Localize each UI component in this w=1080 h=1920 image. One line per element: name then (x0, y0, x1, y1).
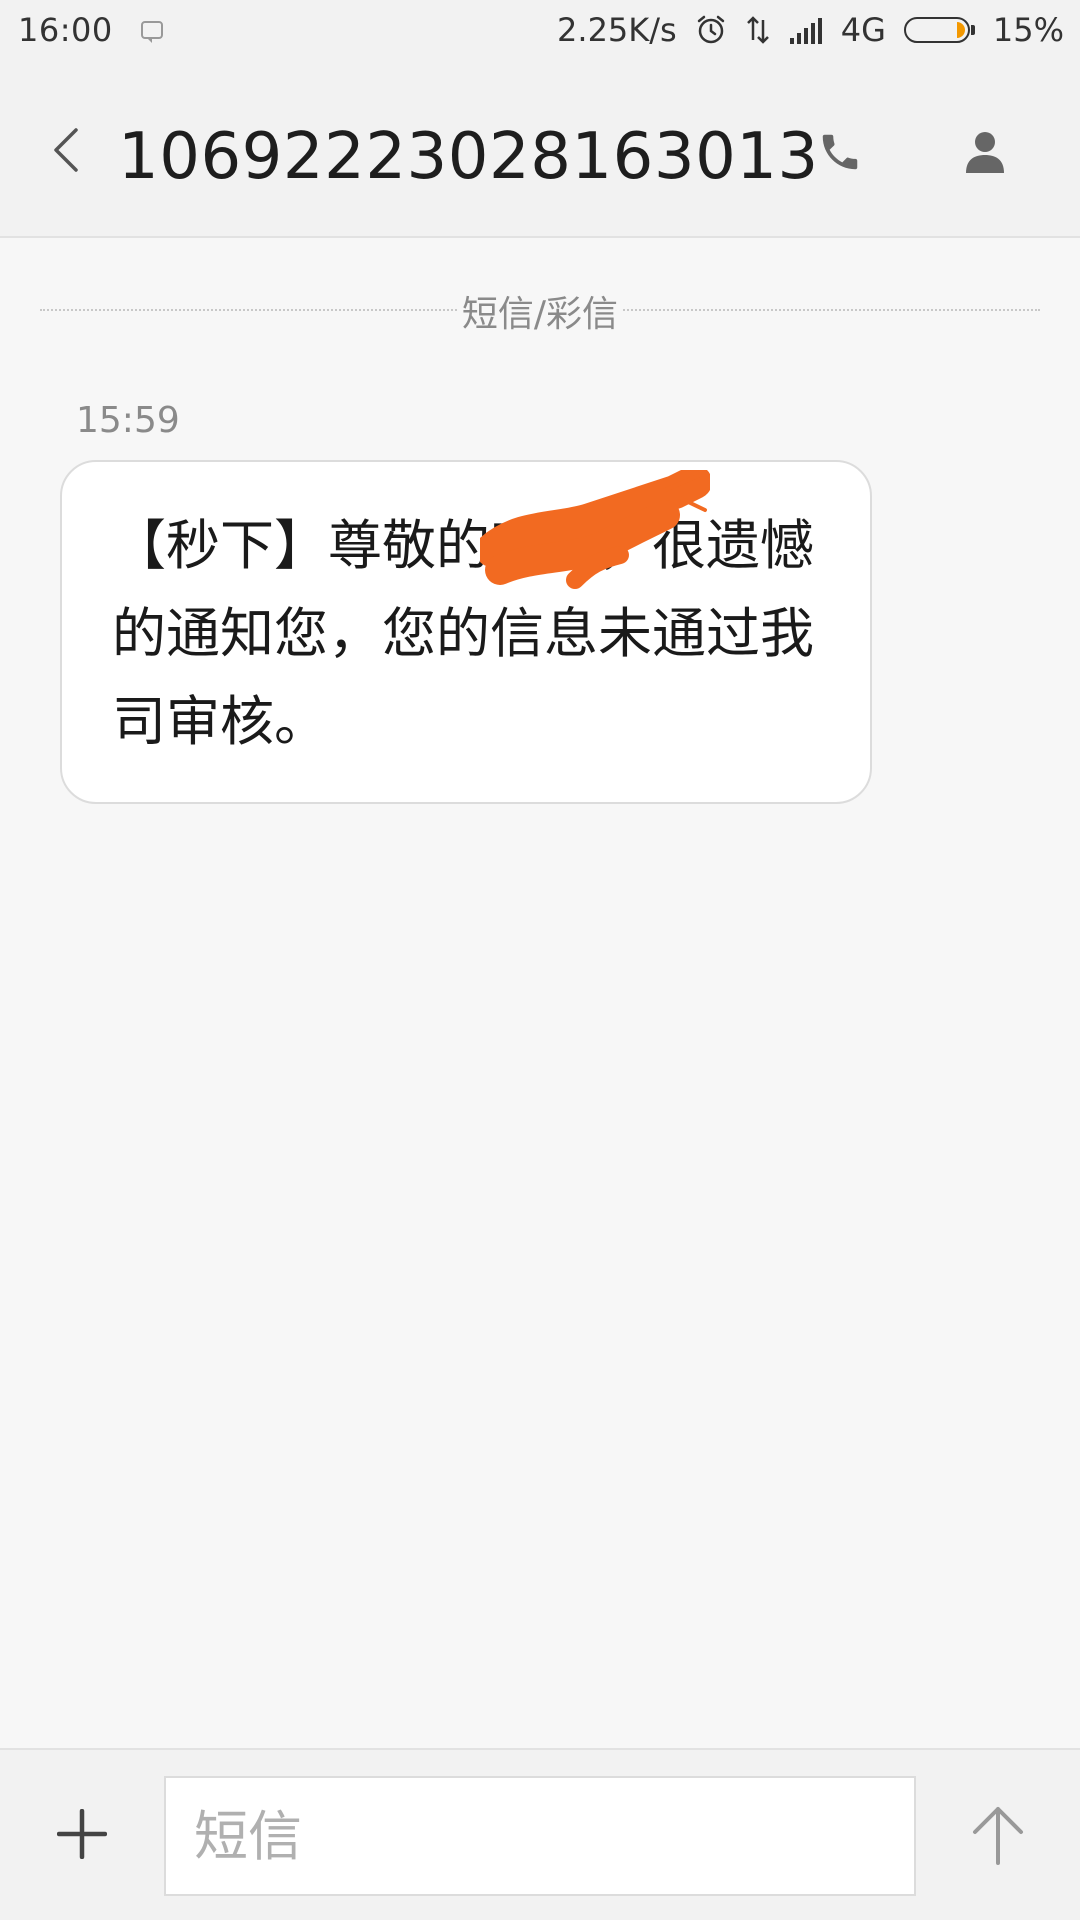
person-icon (966, 132, 1004, 173)
back-button[interactable] (40, 115, 90, 185)
battery-body (903, 17, 970, 43)
conversation-header: 10692223028163013 (0, 60, 1080, 238)
sms-notification-icon (140, 21, 163, 43)
alarm-icon (695, 14, 727, 46)
plus-icon (57, 1809, 107, 1859)
message-input[interactable] (164, 1776, 916, 1896)
composer-bar (0, 1748, 1080, 1920)
call-button[interactable] (810, 122, 870, 182)
send-button[interactable] (966, 1800, 1030, 1870)
battery-icon (903, 17, 975, 43)
send-arrow-icon (973, 1807, 1023, 1865)
network-type: 4G (840, 11, 886, 49)
battery-fill (956, 22, 965, 38)
redaction-scribble (480, 470, 710, 589)
divider-label: 短信/彩信 (457, 285, 623, 337)
status-right: 2.25K/s 4G 15% (557, 11, 1080, 49)
battery-tip (970, 25, 975, 35)
message-timestamp: 15:59 (76, 400, 180, 441)
message-text: 【秒下】尊敬的客户，很遗憾的通知您，您的信息未通过我司审核。 (112, 514, 814, 753)
signal-icon (789, 16, 823, 44)
contact-title: 10692223028163013 (118, 120, 819, 194)
network-speed: 2.25K/s (557, 11, 677, 49)
battery-percent: 15% (992, 11, 1064, 49)
back-chevron-icon (54, 128, 78, 172)
phone-icon (822, 134, 858, 170)
message-bubble[interactable]: 【秒下】尊敬的客户，很遗憾的通知您，您的信息未通过我司审核。 (60, 460, 872, 804)
data-transfer-icon (745, 14, 771, 46)
attach-button[interactable] (50, 1802, 114, 1866)
message-type-divider: 短信/彩信 (40, 285, 1040, 337)
status-left: 16:00 (0, 11, 163, 49)
status-time: 16:00 (18, 11, 113, 49)
contact-info-button[interactable] (955, 122, 1015, 182)
status-bar: 16:00 2.25K/s 4G 15% (0, 0, 1080, 60)
